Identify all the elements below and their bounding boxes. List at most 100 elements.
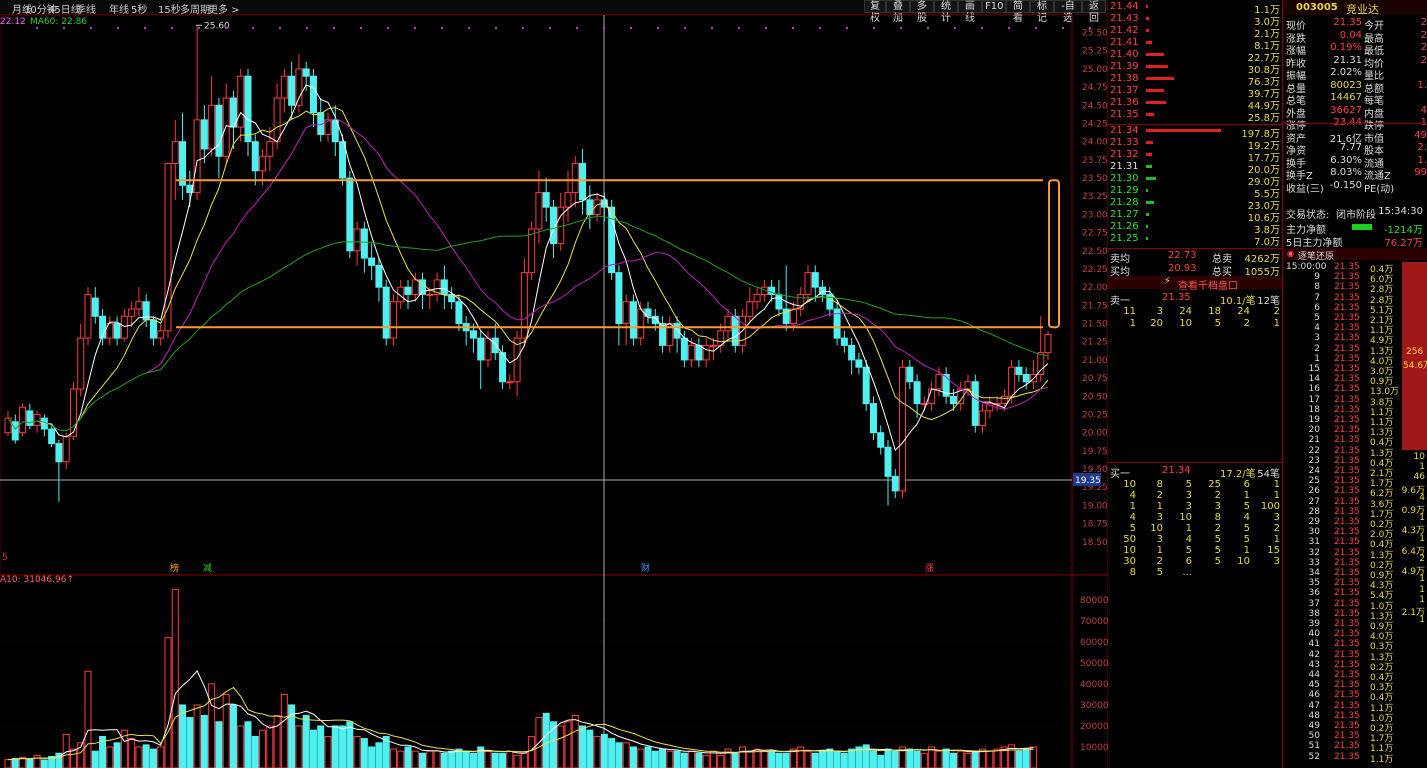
price-pane-frame [0,14,1073,576]
tick-seq: 28 [1308,506,1320,517]
tick-price: 21.35 [1334,731,1360,742]
ask-volume: 25.8万 [1247,113,1280,124]
price-axis-label: 21.00 [1082,356,1108,366]
volume-bar [986,750,994,768]
candle-body [244,75,252,143]
top-marker [657,27,659,29]
volume-bar [462,750,470,768]
bid-volume-bar [1146,201,1154,204]
volume-bar [542,712,550,768]
volume-bar [448,750,456,768]
tick-price: 21.35 [1334,415,1360,425]
tick-seq: 39 [1308,619,1320,629]
tick-seq: 21 [1308,435,1320,446]
volume-bar [848,748,856,768]
tick-price: 21.35 [1334,384,1360,395]
bid-volume-bar [1146,153,1152,156]
candle-body [26,410,34,426]
price-axis-label: 22.75 [1082,229,1108,239]
buy-queue-cell: 50 [1123,534,1136,545]
buy-queue-cell: 1 [1273,490,1280,501]
kline-chart[interactable]: 25.50 25.25 25.00 24.75 24.50 24.25 24.00 23.75… [0,0,1108,768]
tick-seq: 18 [1308,404,1320,415]
volume-bar [149,748,157,768]
candle-body [1000,395,1008,405]
candle-body [775,293,783,310]
top-marker [414,27,416,29]
tick-tab[interactable]: 逐笔还原 [1298,249,1334,262]
price-axis-label: 18.50 [1082,538,1108,548]
price-axis-label: 24.75 [1082,83,1108,93]
buy-divider [1108,462,1282,463]
volume-bar [673,750,681,768]
trade-time: 15:34:30 [1378,206,1423,217]
mainforce5-value: 76.27万 [1384,238,1423,249]
buy1-label: 买一 [1110,469,1130,480]
tick-seq: 17 [1308,394,1320,405]
volume-bar [273,714,281,768]
quote-value: 21.35 [1333,17,1362,28]
tick-side-value: 2 [1419,554,1425,564]
price-axis-label: 25.25 [1082,47,1108,57]
top-marker [441,27,443,29]
sell-queue-cell: 3 [1156,306,1163,317]
tick-price: 21.35 [1334,404,1360,415]
candle-body [440,279,448,295]
tick-price: 21.35 [1334,710,1360,721]
buy-queue-cell: 3 [1214,501,1221,512]
tick-price: 21.35 [1334,721,1360,731]
tick-price: 21.35 [1334,639,1360,650]
bid-price: 21.27 [1110,209,1139,220]
view-link[interactable]: 查看千档盘口 [1178,277,1238,292]
quote-value: 6.30% [1330,154,1362,166]
tick-side-value: 1 [1419,615,1425,626]
buy-queue-cell: 3 [1156,534,1163,545]
buy-queue-cell: 6 [1243,479,1250,490]
quote-value: 7.77 [1339,142,1362,153]
volume-bar [215,721,223,768]
candle-body [19,406,27,434]
quote-value: 99 [1414,167,1427,178]
volume-bar [26,758,34,768]
volume-bar [91,750,99,768]
top-marker [36,27,38,29]
quote-value: 14467 [1330,92,1362,103]
candle-body [346,177,354,252]
top-marker [225,27,227,29]
ask-volume-bar [1146,53,1164,56]
tick-seq: 40 [1308,629,1320,640]
summary-divider [1108,248,1282,249]
candle-body [637,308,645,339]
sell1-price: 21.35 [1162,292,1191,303]
tick-price: 21.35 [1334,364,1360,374]
volume-bar [760,750,768,768]
tick-price: 21.35 [1334,374,1360,385]
volume-bar [891,750,899,768]
tick-price: 21.35 [1334,262,1360,272]
candle-body [157,330,165,339]
top-marker [171,27,173,29]
price-axis-label: 23.75 [1082,156,1108,166]
candle-body [746,301,754,317]
buy-queue-cell: 10 [1123,545,1136,556]
tick-price: 21.35 [1334,588,1360,599]
volume-bar [528,735,536,768]
volume-bar [884,748,892,768]
candle-body [797,293,805,310]
volume-bar [840,752,848,768]
top-marker [630,27,632,29]
candle-body [360,228,368,259]
candle-body [237,75,245,128]
ask-volume-bar [1146,5,1148,8]
candle-body [542,192,550,208]
price-axis-label: 19.00 [1082,501,1108,511]
tick-price: 21.35 [1334,476,1360,487]
candle-body [368,257,376,266]
tick-price: 21.35 [1334,517,1360,527]
volume-bar [229,704,237,768]
candle-body [11,421,19,441]
volume-bar [971,750,979,768]
volume-bar [651,750,659,768]
price-axis-label: 19.75 [1082,447,1108,457]
volume-bar [433,750,441,768]
